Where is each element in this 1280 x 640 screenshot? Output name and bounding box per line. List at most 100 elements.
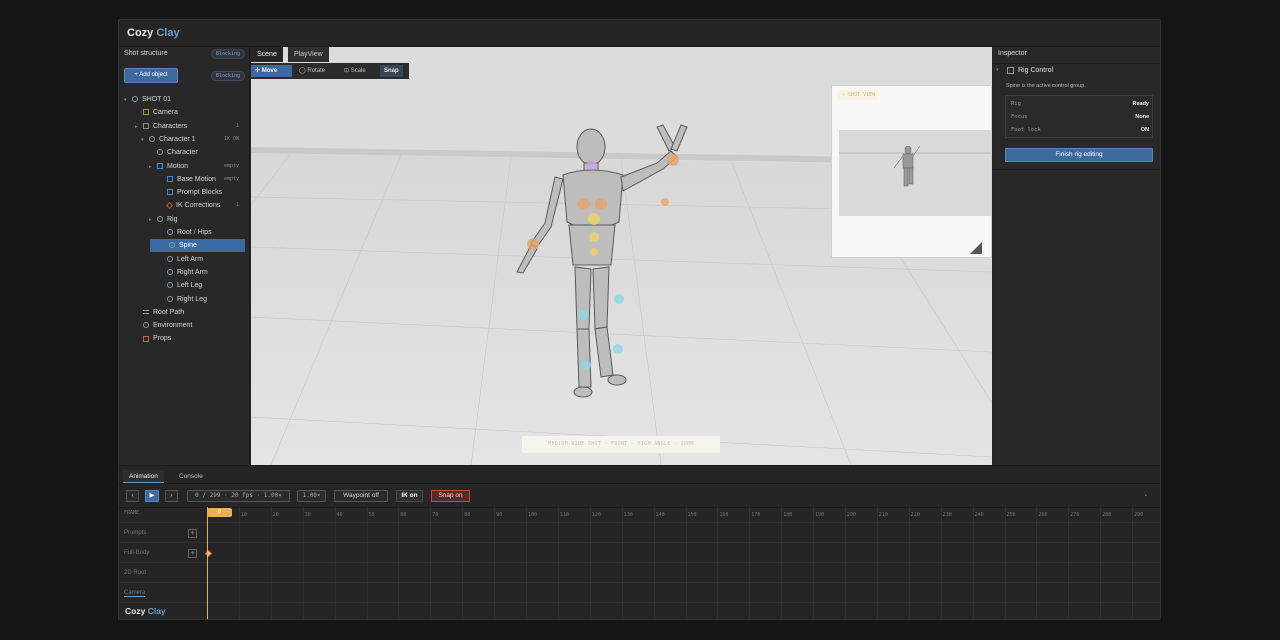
scale-icon: ⊡: [344, 68, 351, 74]
footer-logo: Cozy Clay: [125, 606, 166, 616]
tree-item-rig[interactable]: ▸ Rig: [149, 213, 245, 226]
node-type-icon: [143, 322, 149, 329]
node-type-icon: [167, 255, 173, 262]
shot-view-preview[interactable]: › SHOT VIEW: [831, 85, 992, 258]
more-icon[interactable]: •: [1145, 493, 1147, 499]
tree-item-props[interactable]: Props: [135, 332, 245, 345]
inspector-title: Inspector: [998, 50, 1027, 57]
tree-item-character-1[interactable]: ▾ Character 1 IK ON: [141, 133, 245, 146]
tree-item-label: Left Arm: [177, 255, 204, 263]
frame-tick-label: 290: [1134, 512, 1144, 518]
divider: [993, 63, 1160, 64]
tree-item-spine[interactable]: Spine: [150, 239, 245, 253]
play-button[interactable]: ▶: [145, 490, 159, 502]
node-type-icon: [132, 96, 138, 103]
tree-item-ik-corrections[interactable]: IK Corrections 1: [159, 199, 245, 212]
tree-item-right-leg[interactable]: Right Leg: [159, 293, 245, 306]
expand-toggle-icon[interactable]: ▸: [149, 161, 157, 174]
node-type-icon: [157, 149, 163, 156]
tab-playview[interactable]: PlayView: [288, 47, 329, 62]
frame-tick-label: 230: [942, 512, 952, 518]
tab-scene[interactable]: Scene: [251, 47, 283, 62]
shot-view-label[interactable]: › SHOT VIEW: [838, 90, 880, 100]
next-frame-button[interactable]: ›: [165, 490, 178, 502]
divider: [119, 483, 1160, 484]
tree-item-label: Environment: [153, 322, 193, 330]
chevron-down-icon[interactable]: ▾: [996, 67, 999, 73]
tree-item-root-hips[interactable]: Root / Hips: [159, 226, 245, 239]
snap-on-toggle[interactable]: Snap on: [431, 490, 470, 502]
snap-toggle[interactable]: Snap: [380, 65, 403, 77]
expand-toggle-icon[interactable]: ▸: [135, 121, 143, 134]
add-full-body-button[interactable]: +: [188, 549, 197, 558]
playhead[interactable]: [207, 507, 208, 619]
rotate-tool-button[interactable]: ◯ Rotate: [295, 65, 329, 77]
add-object-button[interactable]: + Add object: [124, 68, 178, 83]
timeline[interactable]: FRAME 10 20 30 40 50 60 70 80 90 100 110 120 130 140 1…: [119, 507, 1160, 619]
tab-animation[interactable]: Animation: [123, 470, 164, 483]
frame-tick-label: 260: [1038, 512, 1048, 518]
expand-toggle-icon[interactable]: ▾: [141, 134, 149, 147]
waypoint-toggle[interactable]: Waypoint off: [334, 490, 388, 502]
frame-tick-label: 180: [783, 512, 793, 518]
tree-item-left-arm[interactable]: Left Arm: [159, 253, 245, 266]
frame-tick-label: 40: [336, 512, 343, 518]
tree-item-camera[interactable]: Camera: [135, 106, 245, 119]
tree-item-right-arm[interactable]: Right Arm: [159, 266, 245, 279]
tree-item-root-path[interactable]: Root Path: [135, 306, 245, 319]
frame-tick-label: 100: [528, 512, 538, 518]
move-icon: ✛: [255, 68, 262, 74]
node-type-icon: [167, 282, 173, 289]
tree-item-meta: empty: [223, 162, 239, 169]
track-label-2d-root: 2D Root: [124, 570, 147, 576]
tab-console[interactable]: Console: [173, 470, 209, 483]
ik-toggle[interactable]: IK on: [396, 490, 423, 502]
tree-item-shot-01[interactable]: ▾ SHOT 01: [124, 93, 245, 106]
tree-item-meta: empty: [223, 175, 239, 182]
track-label-prompts: Prompts: [124, 530, 147, 536]
frame-tick-label: 60: [400, 512, 407, 518]
add-prompt-button[interactable]: +: [188, 529, 197, 538]
node-type-icon: [169, 242, 175, 249]
frame-tick-label: 220: [910, 512, 920, 518]
tree-item-label: Root / Hips: [177, 229, 212, 236]
tree-item-environment[interactable]: Environment: [135, 319, 245, 332]
move-tool-button[interactable]: ✛ Move: [251, 65, 292, 77]
tree-item-label: Characters: [153, 122, 188, 130]
frame-tick-label: 210: [878, 512, 888, 518]
tree-item-meta: 1: [235, 202, 239, 209]
frame-tick-label: 250: [1006, 512, 1016, 518]
tree-item-base-motion[interactable]: Base Motion empty: [159, 173, 245, 186]
camera-caption: MEDIUM-WIDE SHOT · FRONT · HIGH ANGLE · …: [522, 436, 720, 453]
frame-tick-label: 50: [368, 512, 375, 518]
tree-item-left-leg[interactable]: Left Leg: [159, 279, 245, 292]
expand-toggle-icon[interactable]: ▾: [124, 94, 132, 107]
foot-lock-row: Foot lock ON: [1011, 127, 1149, 133]
frame-tick-label: 170: [751, 512, 761, 518]
tree-item-characters[interactable]: ▸ Characters 1: [135, 120, 245, 133]
track-divider: [119, 562, 1160, 563]
frame-tick-label: 240: [974, 512, 984, 518]
frame-tick-label: 130: [623, 512, 633, 518]
frame-tick-label: 270: [1070, 512, 1080, 518]
tree-item-prompt-blocks[interactable]: Prompt Blocks: [159, 186, 245, 199]
rig-control-checkbox[interactable]: [1007, 67, 1014, 74]
animation-panel: Animation Console ‹ ▶ › 0 / 299 · 20 fps…: [119, 465, 1160, 619]
tree-item-label: IK Corrections: [176, 202, 221, 210]
frame-tick-label: 200: [847, 512, 857, 518]
node-type-icon: [167, 269, 173, 276]
frame-tick-label: 140: [655, 512, 665, 518]
finish-rig-editing-button[interactable]: Finish rig editing: [1005, 148, 1153, 162]
scene-viewport[interactable]: Scene PlayView ✛ Move ◯ Rotate ⊡ Scale S…: [251, 47, 992, 465]
tree-item-motion[interactable]: ▸ Motion empty: [149, 160, 245, 173]
status-badge: Blocking: [211, 49, 246, 59]
scale-tool-button[interactable]: ⊡ Scale: [340, 65, 370, 77]
tree-item-label: SHOT 01: [142, 96, 172, 103]
frame-tick-label: 120: [591, 512, 601, 518]
tree-item-character[interactable]: Character: [149, 146, 245, 159]
expand-toggle-icon[interactable]: ▸: [149, 214, 157, 227]
tree-item-label: Root Path: [153, 308, 185, 316]
speed-control[interactable]: 1.00×: [297, 490, 326, 502]
prev-frame-button[interactable]: ‹: [126, 490, 139, 502]
playhead-handle[interactable]: 0: [207, 508, 232, 517]
